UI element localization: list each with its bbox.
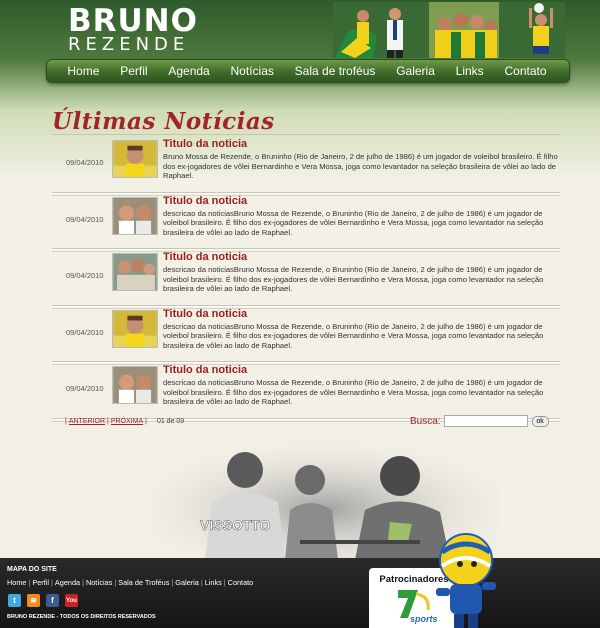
footer-link-perfil[interactable]: Perfil [32,578,49,587]
facebook-icon[interactable]: f [46,594,59,607]
news-date: 09/04/2010 [66,327,104,337]
footer-sitemap-links: Home | Perfil | Agenda | Notícias | Sala… [7,578,253,587]
nav-home[interactable]: Home [67,64,99,78]
news-thumbnail[interactable] [112,140,158,178]
news-thumbnail[interactable] [112,309,158,348]
sitemap-title: MAPA DO SITE [7,566,57,573]
site-footer: MAPA DO SITE Home | Perfil | Agenda | No… [0,558,600,628]
news-item: 09/04/2010 Titulo da noticia descricao d… [52,306,560,365]
nav-sala-de-trofeus[interactable]: Sala de troféus [295,64,376,78]
nav-galeria[interactable]: Galeria [396,64,435,78]
footer-link-separator: | [114,578,117,587]
news-list: 09/04/2010 Titulo da noticia Bruno Mossa… [52,136,560,421]
news-title-link[interactable]: Titulo da noticia [163,138,247,150]
footer-link-separator: | [51,578,53,587]
logo-line1: BRUNO [68,3,198,39]
search-submit-button[interactable]: ok [531,415,549,427]
search-input[interactable] [443,415,528,427]
site-header: BRUNO REZENDE [0,0,600,60]
nav-noticias[interactable]: Notícias [231,64,274,78]
nav-perfil[interactable]: Perfil [120,64,147,78]
search-label: Busca: [410,415,441,427]
news-date: 09/04/2010 [66,158,104,167]
news-title-link[interactable]: Titulo da noticia [163,308,247,320]
header-photo-collage [333,2,565,58]
search-form: Busca: ok [410,415,549,427]
pager-separator: | [107,418,109,425]
news-item: 09/04/2010 Titulo da noticia descricao d… [52,193,560,252]
pager-count: 01 de 09 [156,418,185,425]
footer-link-separator: | [28,578,31,587]
news-item: 09/04/2010 Titulo da noticia descricao d… [52,249,560,308]
footer-link-galeria[interactable]: Galeria [175,578,199,587]
footer-link-agenda[interactable]: Agenda [55,578,80,587]
news-thumbnail[interactable] [112,196,158,235]
news-excerpt: Bruno Mossa de Rezende, o Bruninho (Rio … [163,152,558,180]
hero-jersey-text: VISSOTTO [200,517,271,533]
news-excerpt: descricao da noticiasBruno Mossa de Reze… [163,321,544,350]
nav-links[interactable]: Links [456,64,484,78]
news-title-link[interactable]: Titulo da noticia [163,195,247,207]
pager-separator: | [65,418,67,425]
footer-link-separator: | [171,578,174,587]
logo-line2: REZENDE [68,34,190,55]
pagination: | ANTERIOR | PRÓXIMA | 01 de 09 [63,418,184,425]
rss-icon[interactable]: ≋ [27,594,40,607]
news-item: 09/04/2010 Titulo da noticia descricao d… [52,362,560,421]
news-item: 09/04/2010 Titulo da noticia Bruno Mossa… [52,136,560,195]
pager-next-link[interactable]: PRÓXIMA [111,418,143,425]
news-date: 09/04/2010 [66,214,104,224]
news-thumbnail[interactable] [112,366,158,404]
footer-link-links[interactable]: Links [205,578,222,587]
news-excerpt: descricao da noticiasBruno Mossa de Reze… [163,378,544,406]
volleyball-mascot [436,533,496,628]
twitter-icon[interactable]: t [8,594,21,607]
pager-previous-link[interactable]: ANTERIOR [69,418,105,425]
news-title-link[interactable]: Titulo da noticia [163,251,247,263]
footer-link-home[interactable]: Home [7,578,26,587]
nav-contato[interactable]: Contato [504,64,546,78]
footer-link-separator: | [200,578,203,587]
footer-link-separator: | [82,578,84,587]
footer-link-separator: | [223,578,226,587]
copyright-text: BRUNO REZENDE - TODOS OS DIREITOS RESERV… [7,614,156,620]
main-nav: Home Perfil Agenda Notícias Sala de trof… [46,59,570,83]
youtube-icon[interactable]: You [65,594,78,607]
pager-separator: | [145,418,147,425]
news-date: 09/04/2010 [66,384,104,393]
news-thumbnail[interactable] [112,253,158,291]
news-excerpt: descricao da noticiasBruno Mossa de Reze… [163,265,544,293]
nav-agenda[interactable]: Agenda [168,64,209,78]
news-excerpt: descricao da noticiasBruno Mossa de Reze… [163,208,544,237]
footer-link-contato[interactable]: Contato [228,578,254,587]
news-date: 09/04/2010 [66,271,104,280]
social-links: t ≋ f You [8,594,78,607]
site-logo[interactable]: BRUNO REZENDE [68,6,198,54]
news-title-link[interactable]: Titulo da noticia [163,364,247,376]
title-divider [52,134,560,135]
footer-link-noticias[interactable]: Notícias [86,578,112,587]
page-title: Últimas Notícias [52,108,275,135]
footer-link-sala-de-trofeus[interactable]: Sala de Troféus [118,578,169,587]
